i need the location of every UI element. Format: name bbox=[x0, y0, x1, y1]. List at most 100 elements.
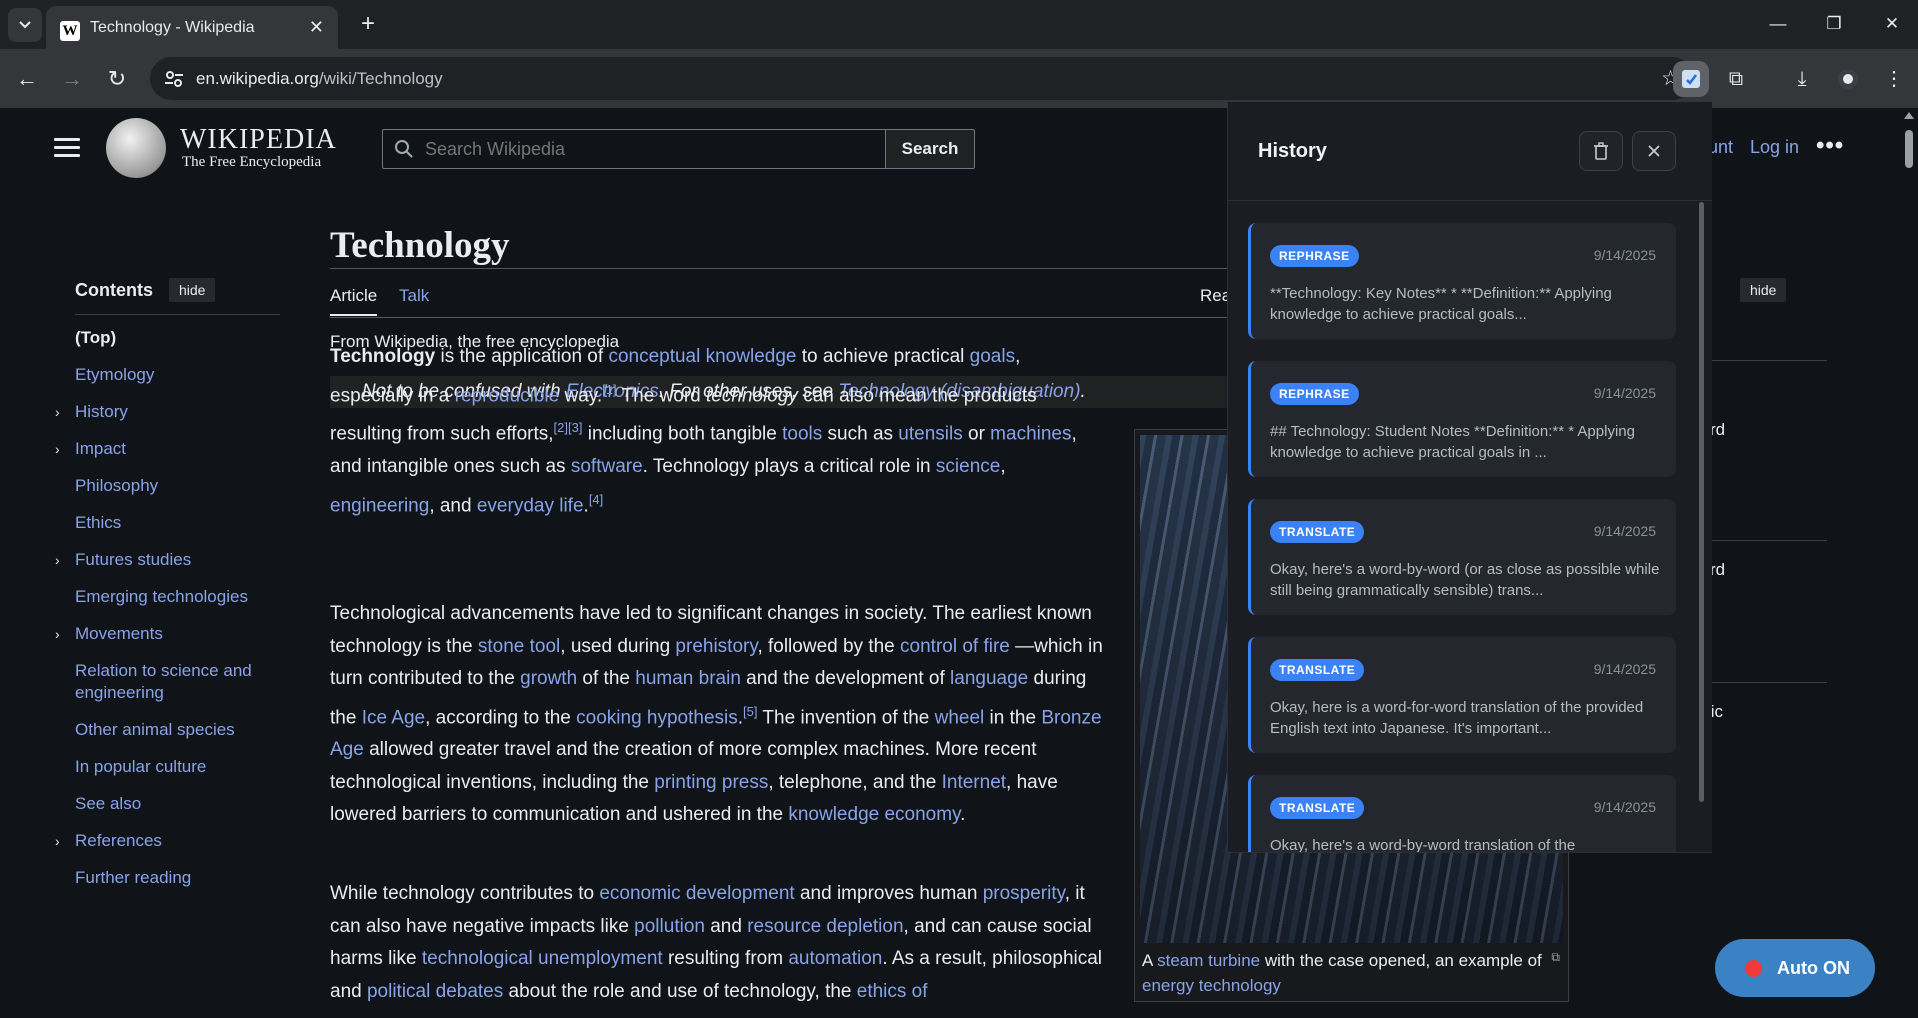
wikipedia-wordmark[interactable]: WIKIPEDIA bbox=[180, 124, 337, 156]
page-title: Technology bbox=[330, 225, 510, 266]
toc-expand-chevron-icon[interactable]: › bbox=[55, 549, 60, 571]
tab-search-button[interactable] bbox=[8, 8, 42, 42]
auto-on-button[interactable]: Auto ON bbox=[1715, 939, 1875, 997]
history-item[interactable]: TRANSLATE 9/14/2025 Okay, here is a word-f… bbox=[1248, 637, 1676, 753]
toc-item[interactable]: › References bbox=[55, 830, 280, 852]
address-bar[interactable]: en.wikipedia.org/wiki/Technology ☆ bbox=[150, 57, 1694, 100]
browser-menu-icon[interactable]: ⋮ bbox=[1876, 61, 1912, 97]
toc-item[interactable]: (Top) bbox=[75, 327, 280, 349]
scrollbar-thumb[interactable] bbox=[1905, 130, 1913, 168]
tab-article[interactable]: Article bbox=[330, 286, 378, 316]
tab-title: Technology - Wikipedia bbox=[90, 19, 255, 36]
toc-expand-chevron-icon[interactable]: › bbox=[55, 830, 60, 852]
page-scrollbar[interactable] bbox=[1900, 108, 1918, 1018]
wikipedia-globe-logo[interactable] bbox=[106, 118, 166, 178]
history-type-badge: TRANSLATE bbox=[1270, 797, 1365, 819]
toc-item-label: See also bbox=[75, 794, 142, 813]
login-link[interactable]: Log in bbox=[1750, 137, 1799, 158]
toc-item-label: Movements bbox=[75, 624, 163, 643]
toc-header: Contents hide bbox=[75, 278, 280, 315]
toc-item[interactable]: › History bbox=[55, 401, 280, 423]
appearance-hide-button[interactable]: hide bbox=[1740, 278, 1787, 302]
toc-item[interactable]: › Movements bbox=[55, 623, 280, 645]
toc-item-label: Impact bbox=[75, 439, 127, 458]
more-options-icon[interactable]: ••• bbox=[1816, 132, 1844, 160]
toc-item[interactable]: Other animal species bbox=[75, 719, 280, 741]
toc-title: Contents bbox=[75, 279, 153, 300]
wikipedia-tagline: The Free Encyclopedia bbox=[182, 154, 322, 170]
extension-logo-icon bbox=[1682, 70, 1700, 88]
history-item[interactable]: TRANSLATE 9/14/2025 Okay, here's a word-by… bbox=[1248, 499, 1676, 615]
main-menu-icon[interactable] bbox=[54, 138, 80, 158]
clear-history-button[interactable] bbox=[1579, 131, 1623, 171]
enlarge-icon[interactable]: ⧉ bbox=[1551, 950, 1560, 965]
toc-item-label: Other animal species bbox=[75, 720, 235, 739]
toc-item-label: Ethics bbox=[75, 513, 122, 532]
paragraph-1: Technology is the application of concept… bbox=[330, 346, 1077, 516]
caption-link-steam-turbine[interactable]: steam turbine bbox=[1157, 951, 1260, 970]
back-arrow-icon[interactable]: ← bbox=[10, 62, 44, 96]
toc-item[interactable]: Philosophy bbox=[75, 475, 280, 497]
history-panel: History REPHRASE 9/14/2025 **Technology: K… bbox=[1227, 102, 1712, 853]
site-info-icon[interactable] bbox=[164, 69, 184, 89]
toc-item[interactable]: Relation to science and engineering bbox=[75, 660, 280, 704]
toc-item[interactable]: Further reading bbox=[75, 867, 280, 889]
caption-link-energy-technology[interactable]: energy technology bbox=[1142, 976, 1281, 995]
history-date: 9/14/2025 bbox=[1593, 523, 1656, 539]
toc-item-label: Further reading bbox=[75, 868, 192, 887]
download-icon[interactable]: ⤓ bbox=[1784, 61, 1820, 97]
record-dot-icon bbox=[1745, 960, 1762, 977]
title-divider bbox=[330, 268, 1230, 269]
forward-arrow-icon[interactable]: → bbox=[55, 62, 89, 96]
extension-active-icon[interactable] bbox=[1673, 61, 1709, 97]
history-type-badge: REPHRASE bbox=[1270, 383, 1359, 405]
browser-tab[interactable]: W Technology - Wikipedia ✕ bbox=[46, 6, 338, 49]
history-preview-text: Okay, here is a word-for-word translatio… bbox=[1270, 699, 1644, 737]
chevron-down-icon bbox=[19, 21, 31, 29]
profile-avatar-icon[interactable] bbox=[1830, 61, 1866, 97]
toc-expand-chevron-icon[interactable]: › bbox=[55, 438, 60, 460]
toc-item-label: (Top) bbox=[75, 328, 117, 347]
url-text: en.wikipedia.org/wiki/Technology bbox=[196, 69, 443, 88]
auto-on-label: Auto ON bbox=[1777, 958, 1850, 978]
history-type-badge: REPHRASE bbox=[1270, 245, 1359, 267]
tab-talk[interactable]: Talk bbox=[399, 286, 429, 306]
wikipedia-favicon-icon: W bbox=[60, 21, 80, 41]
minimize-icon[interactable]: — bbox=[1758, 10, 1798, 38]
toc-item[interactable]: Ethics bbox=[75, 512, 280, 534]
history-item[interactable]: REPHRASE 9/14/2025 ## Technology: Student … bbox=[1248, 361, 1676, 477]
restore-icon[interactable]: ❐ bbox=[1814, 10, 1854, 38]
reload-icon[interactable]: ↻ bbox=[100, 62, 134, 96]
close-panel-button[interactable] bbox=[1632, 131, 1676, 171]
toc-item[interactable]: Emerging technologies bbox=[75, 586, 280, 608]
history-header: History bbox=[1228, 102, 1712, 201]
toc-item[interactable]: Etymology bbox=[75, 364, 280, 386]
scroll-up-icon[interactable] bbox=[1904, 112, 1914, 119]
history-item[interactable]: REPHRASE 9/14/2025 **Technology: Key Notes… bbox=[1248, 223, 1676, 339]
toc-item[interactable]: See also bbox=[75, 793, 280, 815]
new-tab-button[interactable]: + bbox=[352, 8, 384, 40]
search-box[interactable] bbox=[382, 129, 886, 169]
history-scrollbar[interactable] bbox=[1699, 202, 1704, 802]
search-input[interactable] bbox=[425, 130, 875, 168]
search-button[interactable]: Search bbox=[885, 129, 975, 169]
close-tab-icon[interactable]: ✕ bbox=[309, 17, 324, 38]
tab-bar: W Technology - Wikipedia ✕ + — ❐ ✕ bbox=[0, 0, 1918, 49]
toc-hide-button[interactable]: hide bbox=[169, 278, 216, 302]
paragraph-3: While technology contributes to economic… bbox=[330, 883, 1103, 1002]
history-preview-text: **Technology: Key Notes** * **Definition… bbox=[1270, 285, 1612, 323]
toc-expand-chevron-icon[interactable]: › bbox=[55, 623, 60, 645]
history-item[interactable]: TRANSLATE 9/14/2025 Okay, here's a word-by… bbox=[1248, 775, 1676, 852]
window-close-icon[interactable]: ✕ bbox=[1872, 10, 1912, 38]
toc-item[interactable]: › Impact bbox=[55, 438, 280, 460]
browser-toolbar: ← → ↻ en.wikipedia.org/wiki/Technology ☆… bbox=[0, 49, 1918, 108]
table-of-contents: Contents hide (Top) Etymology › History › Imp… bbox=[55, 278, 280, 904]
right-side-text: rd bbox=[1710, 560, 1726, 579]
history-preview-text: ## Technology: Student Notes **Definitio… bbox=[1270, 423, 1635, 461]
extensions-puzzle-icon[interactable]: ⧉ bbox=[1718, 61, 1754, 97]
toc-item-label: Emerging technologies bbox=[75, 587, 248, 606]
toc-item-label: In popular culture bbox=[75, 757, 207, 776]
toc-item[interactable]: › Futures studies bbox=[55, 549, 280, 571]
toc-expand-chevron-icon[interactable]: › bbox=[55, 401, 60, 423]
toc-item[interactable]: In popular culture bbox=[75, 756, 280, 778]
